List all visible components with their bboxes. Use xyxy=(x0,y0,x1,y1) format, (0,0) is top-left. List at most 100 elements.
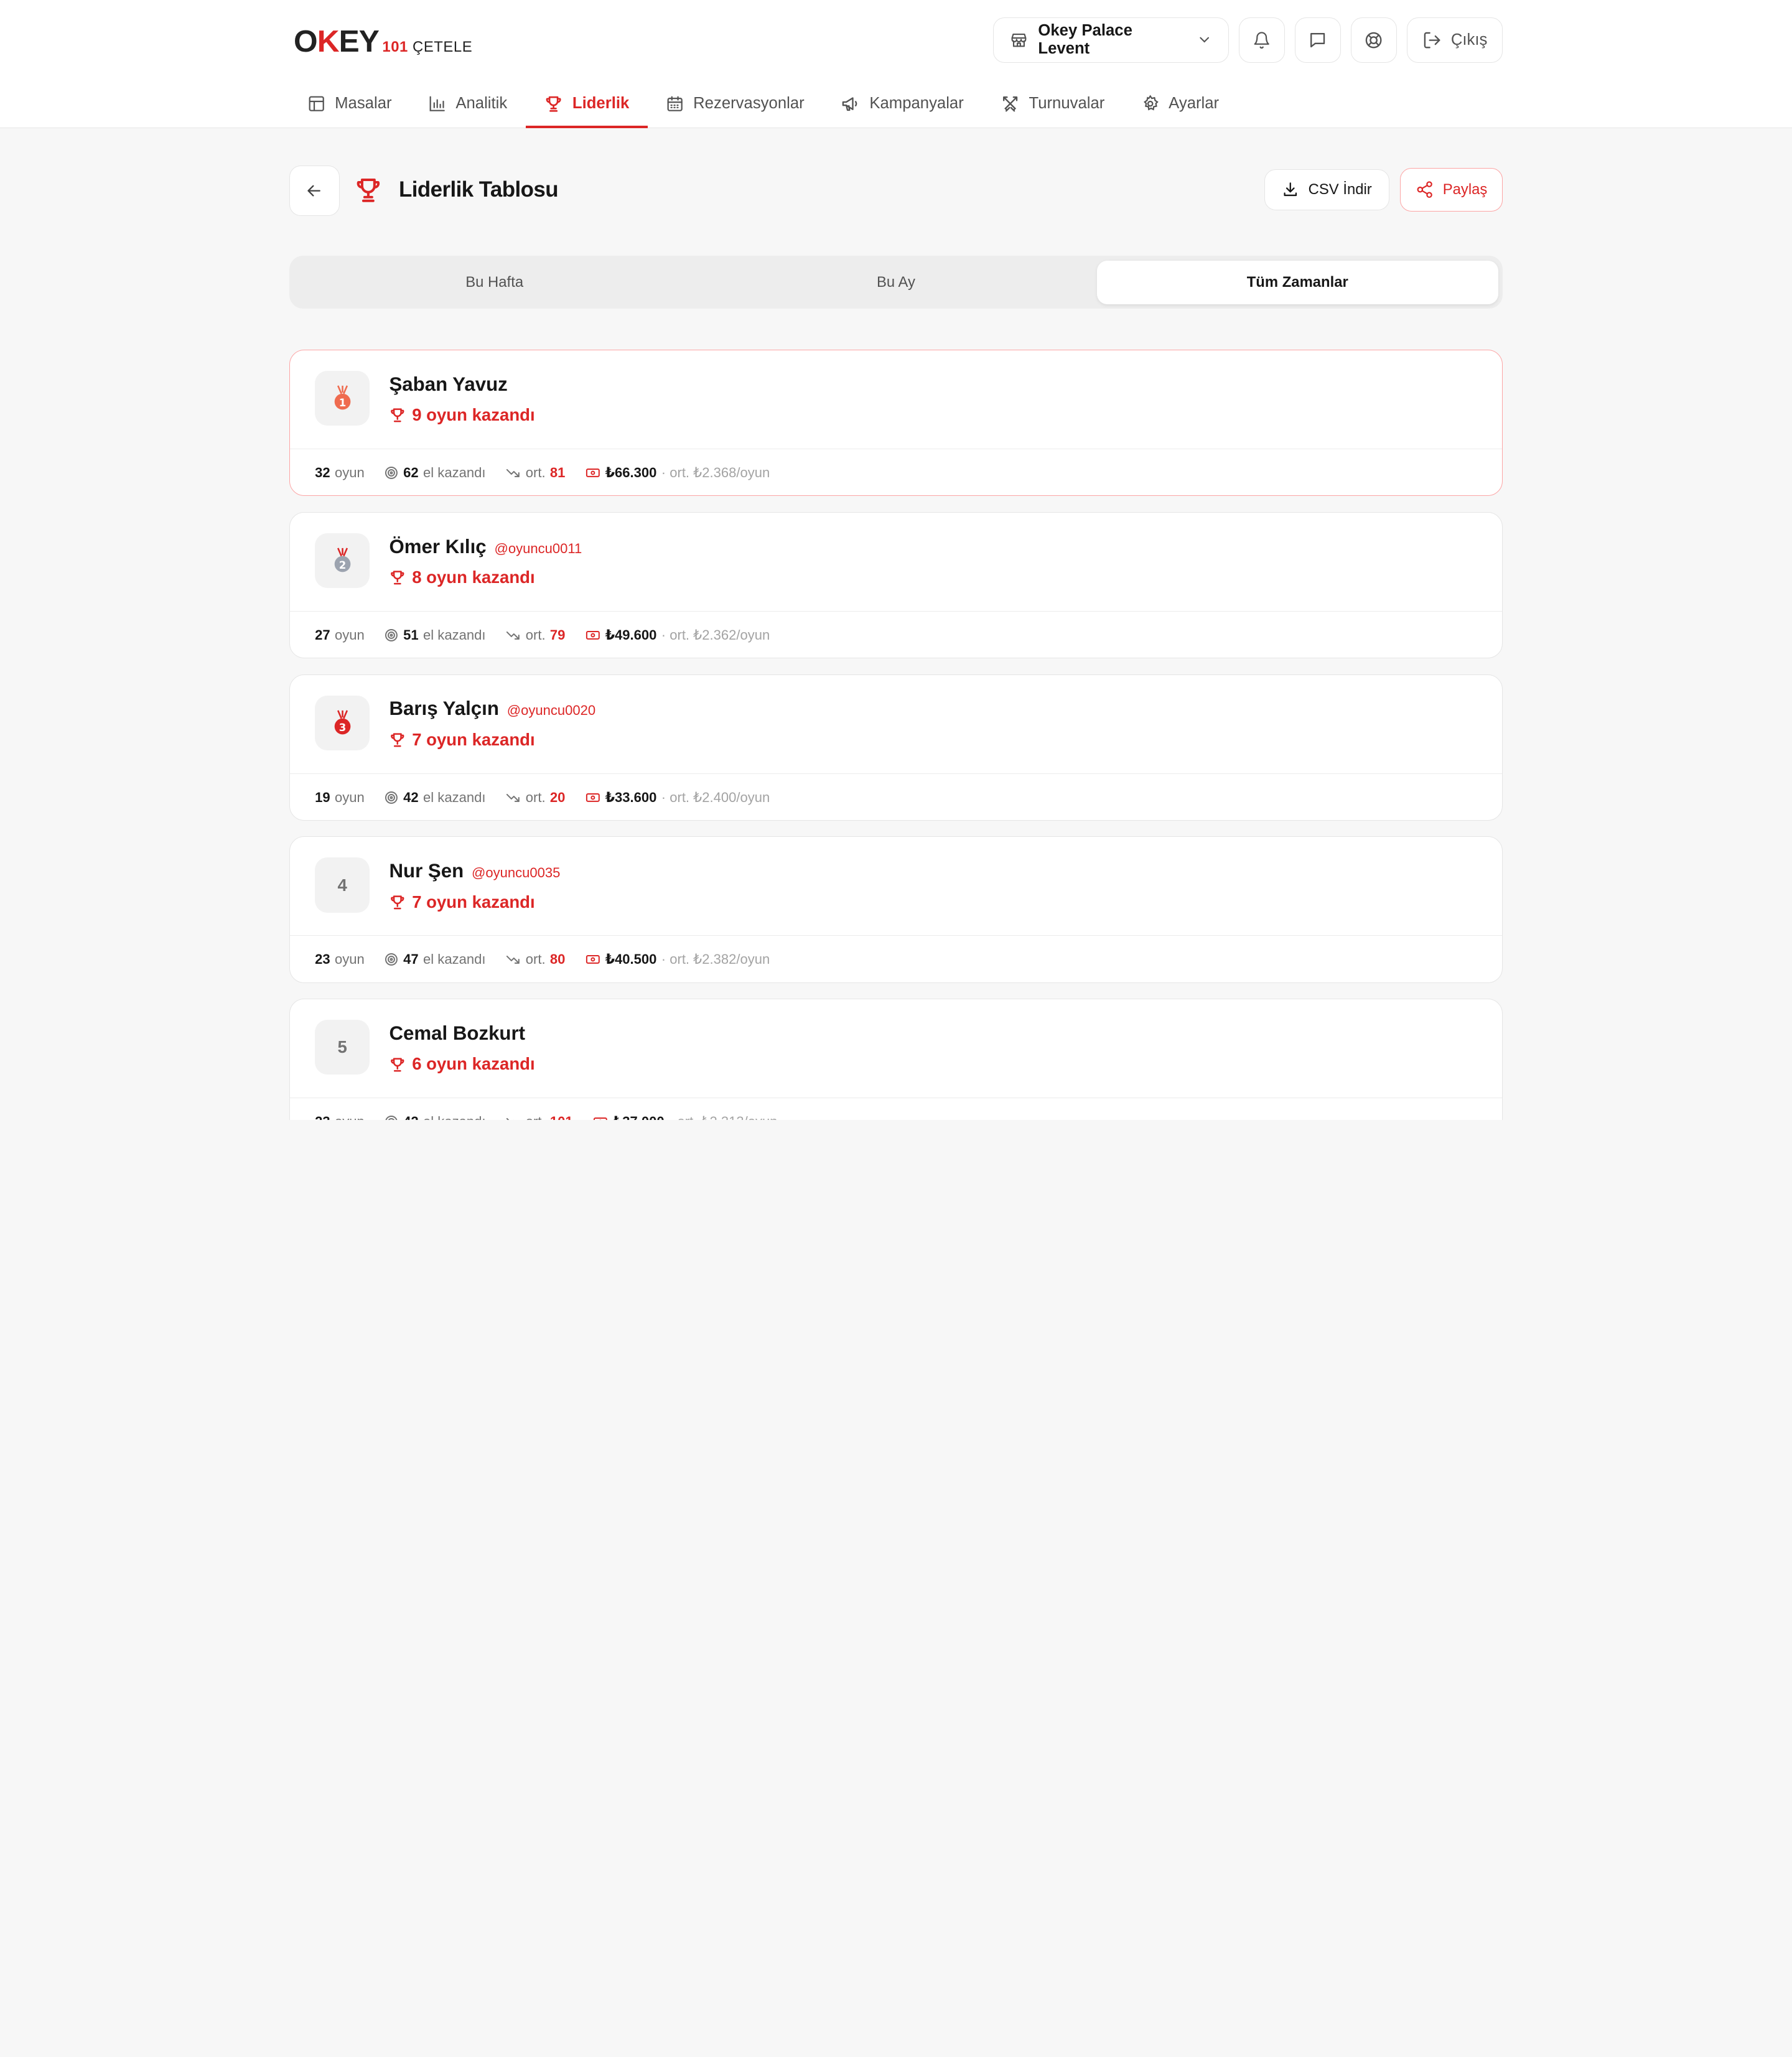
player-handle: @oyuncu0035 xyxy=(472,865,561,881)
rank-number: 4 xyxy=(337,875,347,895)
money-value: ₺40.500 xyxy=(605,951,657,968)
nav-item-kampanyalar[interactable]: Kampanyalar xyxy=(823,80,982,127)
app-root: OKEY 101 ÇETELE Okey Palace Levent Çıkış… xyxy=(0,0,1792,1120)
swords-icon xyxy=(1002,96,1017,112)
nav-label: Kampanyalar xyxy=(869,94,964,112)
trend-down-icon xyxy=(506,631,520,640)
games-label: oyun xyxy=(335,1114,365,1120)
wins-label: 7 oyun kazandı xyxy=(412,729,535,749)
games-label: oyun xyxy=(334,627,365,643)
games-count: 23 xyxy=(315,951,330,968)
wins-summary: 6 oyun kazandı xyxy=(389,1054,535,1074)
leaderboard-card[interactable]: 3 Barış Yalçın @oyuncu0020 7 oyun kazandı… xyxy=(289,674,1503,821)
target-icon xyxy=(385,467,398,479)
target-icon xyxy=(385,1116,398,1120)
player-name: Barış Yalçın xyxy=(389,697,499,720)
gear-icon xyxy=(1144,94,1159,111)
silver-medal-icon: 2 xyxy=(334,548,351,572)
back-button[interactable] xyxy=(289,166,340,217)
nav-label: Analitik xyxy=(455,94,508,112)
logo-letters-ey: EY xyxy=(338,23,380,58)
wins-label: 8 oyun kazandı xyxy=(412,567,535,587)
messages-button[interactable] xyxy=(1295,17,1341,63)
wins-label: 7 oyun kazandı xyxy=(412,892,535,912)
nav-label: Turnuvalar xyxy=(1029,94,1105,112)
brand-logo[interactable]: OKEY 101 ÇETELE xyxy=(294,23,472,59)
venue-selector[interactable]: Okey Palace Levent xyxy=(993,17,1229,63)
hands-label: el kazandı xyxy=(423,1114,485,1120)
trend-down-icon xyxy=(506,1118,509,1120)
trophy-icon xyxy=(357,178,380,202)
tab-tum-zamanlar[interactable]: Tüm Zamanlar xyxy=(1096,260,1498,304)
nav-item-ayarlar[interactable]: Ayarlar xyxy=(1123,80,1238,127)
nav-item-analitik[interactable]: Analitik xyxy=(410,80,526,127)
trophy-icon xyxy=(546,96,561,112)
nav-item-masalar[interactable]: Masalar xyxy=(289,80,410,127)
avg-label: ort. xyxy=(525,789,546,805)
hands-label: el kazandı xyxy=(423,951,486,968)
avg-value: 80 xyxy=(549,951,566,968)
games-count: 27 xyxy=(315,627,330,643)
per-game-value: · ort. ₺2.382/oyun xyxy=(661,951,770,968)
nav-label: Rezervasyonlar xyxy=(693,94,805,112)
hands-label: el kazandı xyxy=(423,789,486,805)
tab-bu-hafta[interactable]: Bu Hafta xyxy=(294,261,695,304)
nav-item-rezervasyonlar[interactable]: Rezervasyonlar xyxy=(648,80,823,127)
hands-count: 42 xyxy=(403,789,419,805)
avg-value: 20 xyxy=(549,789,566,805)
trend-down-icon xyxy=(506,956,520,964)
leaderboard-card[interactable]: 5 Cemal Bozkurt 6 oyun kazandı 23 oyun 42… xyxy=(289,999,1503,1120)
per-game-value: · ort. ₺2.362/oyun xyxy=(661,627,770,643)
tab-bu-ay[interactable]: Bu Ay xyxy=(695,261,1096,304)
games-label: oyun xyxy=(334,789,365,805)
leaderboard-card[interactable]: 4 Nur Şen @oyuncu0035 7 oyun kazandı 23 oy… xyxy=(289,836,1503,983)
rank-number: 5 xyxy=(337,1037,347,1057)
lifebuoy-icon xyxy=(1365,32,1382,49)
hands-count: 47 xyxy=(403,951,419,968)
main-nav: Masalar Analitik Liderlik Rezervasyonlar… xyxy=(289,80,1238,128)
hands-count: 62 xyxy=(403,465,419,481)
rank-badge: 5 xyxy=(315,1020,370,1075)
bell-icon xyxy=(1254,31,1269,49)
logout-button[interactable]: Çıkış xyxy=(1407,17,1503,63)
download-icon xyxy=(1284,182,1297,197)
support-button[interactable] xyxy=(1351,17,1397,63)
bar-chart-icon xyxy=(429,96,446,111)
gold-medal-icon: 1 xyxy=(334,385,351,410)
player-name: Cemal Bozkurt xyxy=(389,1022,526,1044)
wins-summary: 7 oyun kazandı xyxy=(389,892,535,912)
per-game-value: · ort. ₺2.313/oyun xyxy=(669,1114,777,1120)
nav-item-turnuvalar[interactable]: Turnuvalar xyxy=(982,80,1123,127)
logout-icon xyxy=(1424,32,1440,49)
logo-cetele: ÇETELE xyxy=(413,38,473,55)
calendar-icon xyxy=(667,96,683,111)
per-game-value: · ort. ₺2.368/oyun xyxy=(661,465,770,481)
csv-label: CSV İndir xyxy=(1308,180,1372,198)
logout-label: Çıkış xyxy=(1450,30,1488,49)
trend-down-icon xyxy=(506,793,520,802)
notifications-button[interactable] xyxy=(1239,17,1285,63)
banknote-icon xyxy=(586,469,600,477)
share-button[interactable]: Paylaş xyxy=(1399,167,1503,212)
banknote-icon xyxy=(586,793,600,802)
avg-label: ort. xyxy=(525,465,546,481)
banknote-icon xyxy=(586,955,600,964)
rank-badge: 2 xyxy=(315,533,370,589)
hands-count: 42 xyxy=(403,1114,419,1120)
leaderboard-card[interactable]: 1 Şaban Yavuz 9 oyun kazandı 32 oyun 62 el… xyxy=(289,350,1503,497)
table-icon xyxy=(309,96,324,111)
leaderboard-list: 1 Şaban Yavuz 9 oyun kazandı 32 oyun 62 el… xyxy=(289,350,1503,1120)
games-label: oyun xyxy=(334,465,365,481)
hands-label: el kazandı xyxy=(423,627,486,643)
store-icon xyxy=(1011,33,1027,47)
games-count: 32 xyxy=(315,465,330,481)
csv-download-button[interactable]: CSV İndir xyxy=(1264,169,1390,210)
leaderboard-card[interactable]: 2 Ömer Kılıç @oyuncu0011 8 oyun kazandı 2… xyxy=(289,511,1503,658)
games-count: 19 xyxy=(315,789,330,805)
wins-label: 9 oyun kazandı xyxy=(412,405,535,425)
nav-item-liderlik[interactable]: Liderlik xyxy=(525,80,648,128)
wins-label: 6 oyun kazandı xyxy=(412,1054,535,1074)
wins-summary: 7 oyun kazandı xyxy=(389,729,535,750)
trophy-icon xyxy=(391,895,404,910)
games-label: oyun xyxy=(334,951,365,968)
